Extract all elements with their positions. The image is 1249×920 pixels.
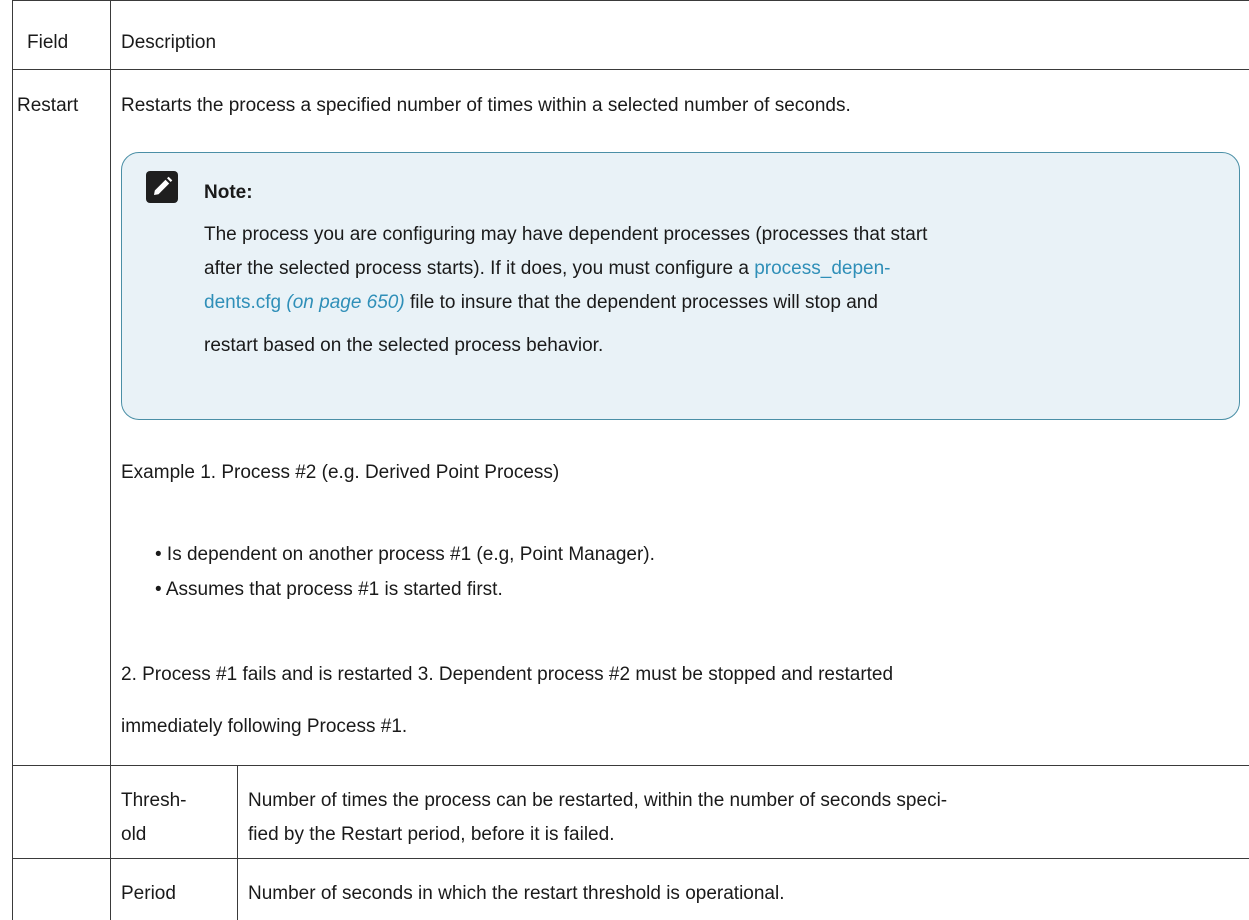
page-reference-link[interactable]: (on page 650) [286,292,404,313]
note-line-2: after the selected process starts). If i… [204,259,890,278]
step-line-2: immediately following Process #1. [121,716,408,737]
threshold-label-line-2: old [121,824,147,845]
process-dependents-link-continued[interactable]: dents.cfg [204,292,281,313]
bullet-item: • Is dependent on another process #1 (e.… [155,544,655,565]
period-label: Period [121,883,176,904]
note-line-3-text: file to insure that the dependent proces… [410,292,878,313]
field-column-divider [110,0,111,920]
header-divider [12,69,1249,70]
note-line-1: The process you are configuring may have… [204,224,928,245]
subfield-column-divider [237,765,238,920]
restart-intro: Restarts the process a specified number … [121,95,851,116]
process-dependents-link[interactable]: process_depen- [754,258,890,279]
period-desc: Number of seconds in which the restart t… [248,883,785,904]
step-line-1: 2. Process #1 fails and is restarted 3. … [121,664,894,685]
threshold-label-line-1: Thresh- [121,790,187,811]
note-callout [121,152,1240,420]
table-left-border [12,0,13,920]
bullet-item: • Assumes that process #1 is started fir… [155,579,503,600]
pencil-icon [146,171,178,203]
header-description: Description [121,32,217,53]
header-field: Field [27,32,69,53]
threshold-desc-line-2: fied by the Restart period, before it is… [248,824,615,845]
threshold-desc-line-1: Number of times the process can be resta… [248,790,948,811]
note-title: Note: [204,182,253,203]
note-line-2-text: after the selected process starts). If i… [204,258,749,279]
note-line-3: dents.cfg (on page 650) file to insure t… [204,293,878,312]
note-line-4: restart based on the selected process be… [204,335,604,356]
restart-row-bottom [12,765,1249,766]
restart-field-label: Restart [17,95,79,116]
threshold-row-bottom [12,858,1249,859]
table-top-border [12,0,1249,1]
example-line: Example 1. Process #2 (e.g. Derived Poin… [121,462,560,483]
